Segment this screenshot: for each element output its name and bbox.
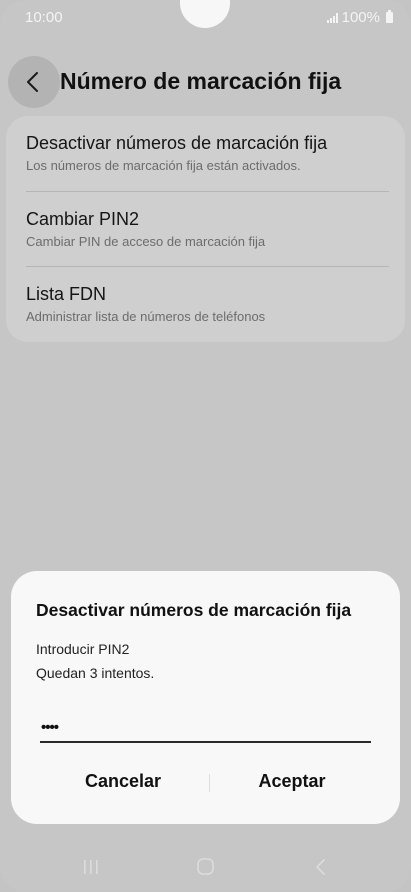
signal-icon [326, 12, 338, 23]
dialog-title: Desactivar números de marcación fija [36, 600, 352, 620]
list-item-deactivate-fdn[interactable]: Desactivar números de marcación fija Los… [26, 133, 385, 173]
list-item-title: Cambiar PIN2 [26, 209, 140, 229]
pin-value: •••• [41, 719, 59, 736]
dialog-attempts: Quedan 3 intentos. [36, 665, 155, 681]
list-item-fdn-list[interactable]: Lista FDN Administrar lista de números d… [26, 284, 385, 324]
settings-list: Desactivar números de marcación fija Los… [6, 116, 405, 342]
battery-icon [386, 10, 393, 23]
back-nav-icon[interactable] [313, 858, 329, 876]
chevron-left-icon [27, 72, 38, 92]
list-item-change-pin2[interactable]: Cambiar PIN2 Cambiar PIN de acceso de ma… [26, 209, 385, 249]
list-item-title: Lista FDN [26, 284, 107, 304]
status-right: 100% [326, 9, 393, 26]
cancel-button[interactable]: Cancelar [43, 771, 203, 792]
screen: 10:00 100% Número de marcación fija Desa… [0, 0, 411, 892]
home-icon[interactable] [196, 858, 216, 876]
list-item-subtitle: Cambiar PIN de acceso de marcación fija [26, 234, 266, 249]
accept-button[interactable]: Aceptar [212, 771, 372, 792]
list-item-title: Desactivar números de marcación fija [26, 133, 328, 153]
battery-percent: 100% [341, 9, 380, 26]
list-item-subtitle: Administrar lista de números de teléfono… [26, 309, 266, 324]
page-title: Número de marcación fija [60, 68, 342, 94]
pin-dialog: Desactivar números de marcación fija Int… [11, 571, 400, 824]
back-button[interactable] [8, 56, 60, 108]
dialog-prompt: Introducir PIN2 [36, 641, 130, 657]
status-time: 10:00 [25, 9, 63, 26]
divider [26, 266, 389, 267]
recent-apps-icon[interactable] [82, 858, 100, 876]
pin-input[interactable]: •••• [40, 709, 371, 743]
divider [26, 191, 389, 192]
button-separator [209, 774, 210, 792]
navigation-bar [0, 844, 411, 892]
status-bar: 10:00 100% [0, 0, 411, 34]
list-item-subtitle: Los números de marcación fija están acti… [26, 158, 301, 173]
